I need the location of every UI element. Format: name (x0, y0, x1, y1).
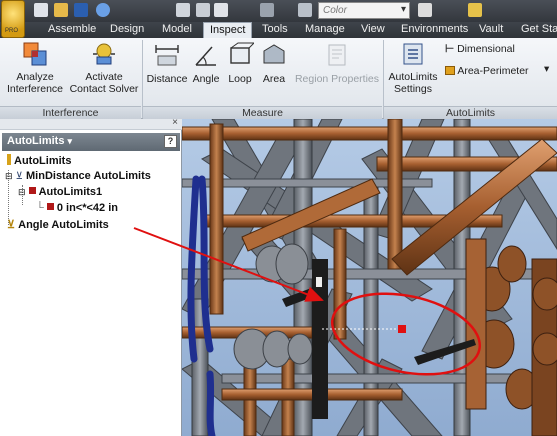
autolimits-settings-icon (403, 43, 423, 65)
tab-tools[interactable]: Tools (262, 22, 288, 38)
open-icon[interactable] (54, 3, 68, 17)
new-icon[interactable] (34, 3, 48, 17)
tab-view[interactable]: View (361, 22, 385, 38)
tab-inspect[interactable]: Inspect (203, 22, 253, 38)
ribbon: Analyze Interference Activate Contact So… (0, 38, 557, 119)
tree-branch-icon: └ (36, 202, 44, 214)
analyze-interference-button[interactable]: Analyze Interference (3, 41, 67, 95)
region-properties-icon (328, 44, 346, 66)
tree-node-autolimits-root[interactable]: AutoLimits (7, 154, 71, 167)
select-icon[interactable] (196, 3, 210, 17)
area-perimeter-icon (445, 66, 455, 75)
dimensional-button[interactable]: ⊢ Dimensional (445, 43, 515, 59)
material-icon[interactable] (260, 3, 274, 17)
loop-icon (230, 42, 254, 64)
browser-title: AutoLimits (7, 135, 65, 147)
help-icon[interactable]: ? (164, 135, 177, 148)
angle-autolimit-icon: ⊻ (7, 219, 16, 231)
chevron-down-icon: ▾ (544, 63, 550, 75)
expand-minus-icon[interactable]: ⊟ (5, 171, 13, 181)
area-perimeter-button[interactable]: Area-Perimeter (445, 65, 529, 81)
iproperties-icon[interactable] (468, 3, 482, 17)
graphics-viewport[interactable] (182, 119, 557, 436)
ribbon-tabs: Assemble Design Model Inspect Tools Mana… (0, 22, 557, 38)
region-properties-label: Region Properties (294, 73, 380, 85)
undo-icon[interactable] (96, 3, 110, 17)
analyze-label: Analyze (16, 71, 54, 83)
expand-minus-icon[interactable]: ⊟ (18, 187, 26, 197)
panel-label-interference: Interference (0, 106, 141, 119)
chevron-down-icon: ▾ (67, 136, 73, 146)
area-perimeter-label: Area-Perimeter (457, 65, 529, 77)
tab-manage[interactable]: Manage (305, 22, 345, 38)
quick-access-toolbar: PRO Color ▾ (0, 0, 557, 38)
tab-model[interactable]: Model (162, 22, 192, 38)
tab-environments[interactable]: Environments (401, 22, 468, 38)
tab-design[interactable]: Design (110, 22, 144, 38)
function-icon[interactable] (418, 3, 432, 17)
min-distance-icon: ⊻ (15, 171, 23, 182)
region-properties-button[interactable]: Region Properties (292, 41, 382, 85)
browser-grip[interactable]: × (0, 117, 182, 130)
appearance-icon[interactable] (298, 3, 312, 17)
chevron-down-icon: ▾ (400, 4, 406, 15)
autolimits-node-icon (7, 154, 11, 165)
update-icon[interactable] (214, 3, 228, 17)
autolimits-settings-button[interactable]: AutoLimits Settings (386, 41, 440, 95)
tree-node-angle-autolimits[interactable]: ⊻ Angle AutoLimits (7, 218, 109, 231)
tab-vault[interactable]: Vault (479, 22, 503, 38)
area-icon (263, 44, 285, 64)
dimensional-icon: ⊢ (445, 43, 455, 55)
distance-icon (155, 45, 179, 66)
model-browser: × AutoLimits ▾ ? AutoLimits ⊟ ⊻ MinDista… (0, 117, 182, 436)
close-icon[interactable]: × (172, 117, 178, 128)
application-menu-button[interactable]: PRO (1, 0, 25, 38)
save-icon[interactable] (74, 3, 88, 17)
tree-node-mindistance[interactable]: ⊟ ⊻ MinDistance AutoLimits (5, 170, 151, 182)
tab-get-started[interactable]: Get Sta (521, 22, 557, 38)
tree-node-autolimits1[interactable]: ⊟ AutoLimits1 (18, 186, 102, 198)
distance-button[interactable]: Distance (145, 41, 189, 85)
return-icon[interactable] (176, 3, 190, 17)
loop-button[interactable]: Loop (224, 41, 256, 85)
interference-label: Interference (6, 83, 64, 95)
contact-solver-icon (93, 43, 115, 65)
settings-label: Settings (394, 83, 432, 95)
activate-label: Activate (85, 71, 123, 83)
panel-label-measure: Measure (143, 106, 382, 119)
angle-label: Angle (192, 73, 220, 85)
loop-label: Loop (228, 73, 252, 85)
assembly-model-view (182, 119, 557, 436)
activate-contact-solver-button[interactable]: Activate Contact Solver (68, 41, 140, 95)
autolimits-more-dropdown[interactable]: ▾ (544, 63, 549, 75)
limit-status-icon (28, 187, 36, 194)
browser-header-dropdown[interactable]: AutoLimits ▾ ? (2, 133, 180, 151)
interference-icon (23, 42, 47, 66)
autolimits-label: AutoLimits (388, 71, 438, 83)
limit-status-icon (46, 203, 54, 210)
angle-icon (195, 46, 216, 66)
area-label: Area (262, 73, 286, 85)
tab-assemble[interactable]: Assemble (48, 22, 96, 38)
color-dropdown[interactable]: Color ▾ (318, 2, 410, 19)
distance-label: Distance (146, 73, 188, 85)
area-button[interactable]: Area (258, 41, 290, 85)
contact-solver-label: Contact Solver (69, 83, 139, 95)
dimensional-label: Dimensional (457, 43, 515, 55)
tree-node-limit-range[interactable]: └ 0 in<*<42 in (36, 202, 118, 214)
angle-button[interactable]: Angle (190, 41, 222, 85)
color-value: Color (323, 5, 347, 16)
panel-label-autolimits: AutoLimits (384, 106, 557, 119)
